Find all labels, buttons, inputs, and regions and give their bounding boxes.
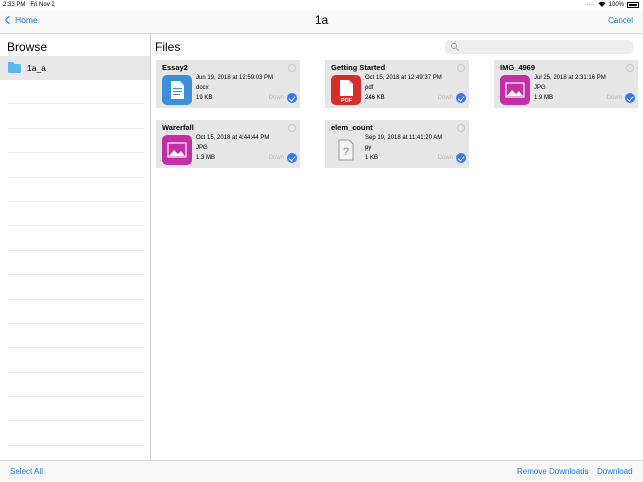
info-icon[interactable] [288,64,296,72]
file-type: docx [196,85,209,91]
file-date: Jun 19, 2018 at 12:59:03 PM [196,75,274,81]
download-status-label: Down [437,95,453,101]
info-icon[interactable] [288,124,296,132]
file-size: 19 KB [196,95,213,101]
download-status-label: Down [268,95,284,101]
file-card-img-4969[interactable]: IMG_4969 Jul 25, 2018 at 2:31:16 PM JPG … [494,60,638,108]
file-date: Oct 15, 2018 at 4:44:44 PM [196,135,270,141]
list-separator [8,300,144,324]
info-icon[interactable] [626,64,634,72]
files-pane: Files Essay2 Jun 19, 2018 at 12:59:03 PM… [152,34,643,460]
download-status-label: Down [268,155,284,161]
folder-label: 1a_a [27,63,46,73]
sidebar-item-folder[interactable]: 1a_a [0,56,150,80]
list-separator [8,373,144,398]
select-all-button[interactable]: Select All [10,467,43,476]
file-name: IMG_4969 [500,63,536,72]
file-name: Warerfall [162,123,194,132]
svg-text:PDF: PDF [341,98,353,104]
download-status-label: Down [437,155,453,161]
image-icon [500,75,530,105]
file-date: Sep 19, 2018 at 11:41:20 AM [365,135,443,141]
file-card-warerfall[interactable]: Warerfall Oct 15, 2018 at 4:44:44 PM JPG… [156,120,300,168]
status-date: Fri Nov 2 [30,2,55,8]
folder-icon [8,61,21,73]
sidebar-empty-list [8,80,144,471]
check-icon[interactable] [456,93,466,103]
signal-icon: ···· [586,2,595,8]
list-separator [8,178,144,202]
list-separator [8,104,144,129]
status-time: 2:33 PM [3,2,26,8]
info-icon[interactable] [457,64,465,72]
files-title: Files [155,40,181,54]
file-card-essay2[interactable]: Essay2 Jun 19, 2018 at 12:59:03 PM docx … [156,60,300,108]
wifi-icon [598,1,606,9]
file-type: JPG [534,85,546,91]
list-separator [8,129,144,154]
sidebar-title: Browse [7,40,48,54]
file-name: Getting Started [331,63,386,72]
search-input[interactable] [445,40,633,54]
file-type: JPG [196,145,208,151]
list-separator [8,348,144,373]
remove-downloads-button[interactable]: Remove Downloads [517,467,589,476]
check-icon[interactable] [456,153,466,163]
status-bar: 2:33 PM Fri Nov 2 ···· 100% [0,0,643,10]
check-icon[interactable] [287,93,297,103]
page-title: 1a [314,13,329,27]
list-separator [8,202,144,227]
list-separator [8,153,144,178]
file-name: Essay2 [162,63,188,72]
check-icon[interactable] [287,153,297,163]
file-date: Oct 15, 2018 at 12:49:37 PM [365,75,442,81]
file-date: Jul 25, 2018 at 2:31:16 PM [534,75,606,81]
svg-text:?: ? [343,146,349,158]
search-icon [451,43,457,49]
download-button[interactable]: Download [597,467,633,476]
bottom-toolbar: Select All Remove Downloads Download [0,460,643,482]
sidebar: Browse 1a_a [0,34,151,471]
file-card-elem-count[interactable]: elem_count ? Sep 19, 2018 at 11:41:20 AM… [325,120,469,168]
pdf-icon: PDF [331,75,361,105]
check-icon[interactable] [625,93,635,103]
battery-percent: 100% [608,2,624,8]
list-separator [8,80,144,105]
list-separator [8,251,144,276]
file-type: py [365,145,372,151]
file-size: 246 KB [365,95,385,101]
navigation-bar: Home 1a Cancel [0,10,643,34]
list-separator [8,397,144,422]
file-card-getting-started[interactable]: Getting Started PDF Oct 15, 2018 at 12:4… [325,60,469,108]
list-separator [8,275,144,300]
list-separator [8,421,144,446]
file-name: elem_count [331,123,373,132]
download-status-label: Down [606,95,622,101]
list-separator [8,324,144,349]
file-size: 1 KB [365,155,379,161]
file-size: 1.3 MB [196,155,216,161]
cancel-button[interactable]: Cancel [608,16,633,25]
list-separator [8,226,144,251]
battery-icon [627,2,639,8]
unknown-file-icon: ? [331,135,361,165]
info-icon[interactable] [457,124,465,132]
file-size: 1.9 MB [534,95,554,101]
doc-icon [162,75,192,105]
file-type: pdf [365,85,374,91]
image-icon [162,135,192,165]
